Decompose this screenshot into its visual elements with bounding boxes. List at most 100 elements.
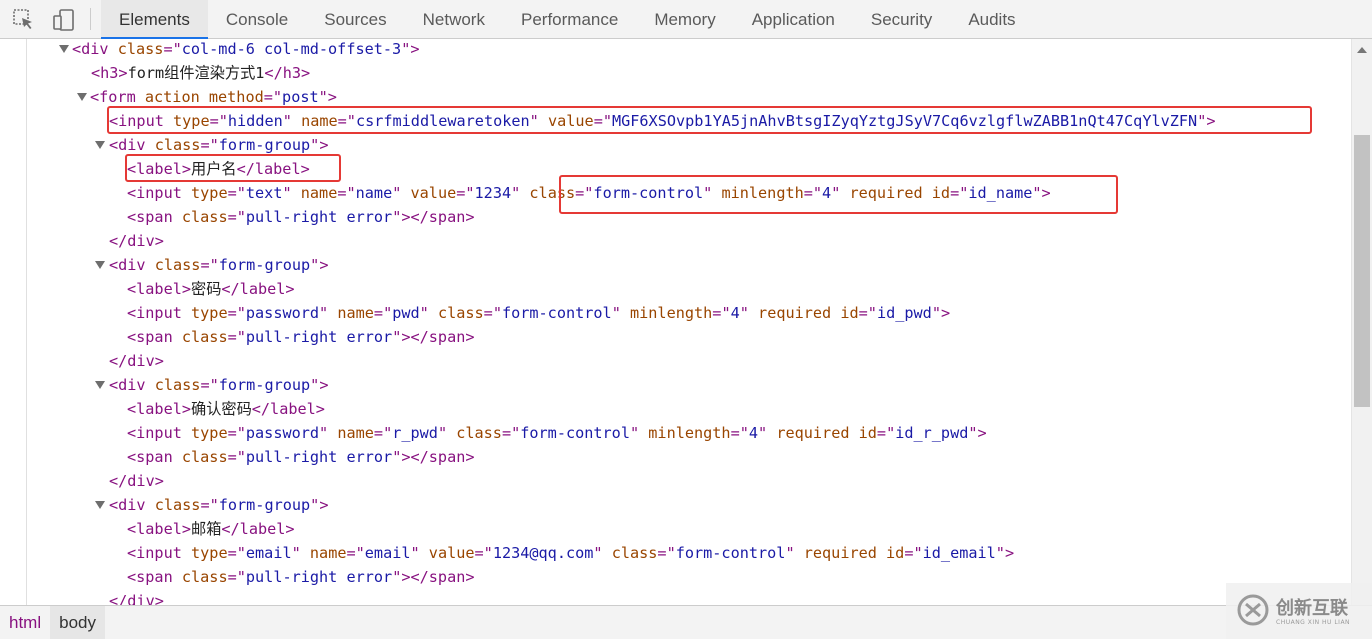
tab-audits[interactable]: Audits: [950, 0, 1033, 39]
toolbar-divider: [90, 8, 91, 30]
tab-elements[interactable]: Elements: [101, 0, 208, 39]
tab-sources[interactable]: Sources: [306, 0, 404, 39]
code-token: password: [245, 304, 320, 322]
code-token: ">: [401, 40, 420, 58]
dom-node[interactable]: </div>: [109, 589, 164, 605]
code-token: <h3>: [91, 64, 128, 82]
expand-triangle-icon[interactable]: [95, 381, 105, 389]
code-token: =": [575, 184, 594, 202]
code-token: required id: [776, 424, 877, 442]
code-token: </div>: [109, 472, 164, 490]
code-token: ": [392, 184, 411, 202]
code-token: </div>: [109, 232, 164, 250]
code-token: 1234@qq.com: [492, 544, 594, 562]
code-token: =": [593, 112, 612, 130]
code-token: class: [154, 376, 201, 394]
code-token: class: [437, 304, 484, 322]
inspect-element-icon[interactable]: [12, 8, 36, 32]
dom-node[interactable]: <div class="form-group">: [109, 493, 328, 517]
scroll-up-icon[interactable]: [1357, 47, 1367, 53]
dom-node[interactable]: <div class="form-group">: [109, 133, 328, 157]
code-token: <div: [109, 496, 155, 514]
expand-triangle-icon[interactable]: [77, 93, 87, 101]
code-token: 用户名: [191, 160, 237, 178]
code-token: =": [730, 424, 749, 442]
breadcrumb-body[interactable]: body: [50, 606, 105, 639]
expand-triangle-icon[interactable]: [95, 261, 105, 269]
code-token: </label>: [221, 520, 295, 538]
dom-node[interactable]: <span class="pull-right error"></span>: [127, 445, 475, 469]
dom-node-label-email[interactable]: <label>邮箱</label>: [127, 517, 295, 541]
dom-node[interactable]: </div>: [109, 469, 164, 493]
breadcrumb-html[interactable]: html: [0, 606, 50, 639]
code-token: <div: [109, 256, 155, 274]
dom-node-input-pwd[interactable]: <input type="password" name="pwd" class=…: [127, 301, 950, 325]
code-token: <input: [127, 304, 192, 322]
code-token: col-md-6 col-md-offset-3: [181, 40, 402, 58]
code-token: form-group: [218, 136, 311, 154]
expand-triangle-icon[interactable]: [59, 45, 69, 53]
code-token: type: [191, 304, 228, 322]
expand-triangle-icon[interactable]: [95, 501, 105, 509]
code-token: <input: [127, 424, 192, 442]
code-token: </h3>: [264, 64, 311, 82]
code-token: =": [227, 448, 246, 466]
code-token: ": [529, 112, 548, 130]
code-token: ": [703, 184, 722, 202]
dom-node[interactable]: <div class="form-group">: [109, 373, 328, 397]
tab-memory[interactable]: Memory: [636, 0, 733, 39]
code-token: <label>: [127, 520, 192, 538]
tab-application[interactable]: Application: [734, 0, 853, 39]
dom-node-div-col[interactable]: <div class="col-md-6 col-md-offset-3">: [72, 39, 419, 61]
vertical-scrollbar[interactable]: [1351, 39, 1372, 605]
dom-node-input-rpwd[interactable]: <input type="password" name="r_pwd" clas…: [127, 421, 987, 445]
code-token: "></span>: [392, 208, 475, 226]
dom-node-form[interactable]: <form action method="post">: [90, 85, 337, 109]
tab-performance[interactable]: Performance: [503, 0, 636, 39]
code-token: class: [181, 208, 228, 226]
code-token: =": [200, 256, 219, 274]
code-token: form组件渲染方式1: [127, 64, 265, 82]
device-toolbar-icon[interactable]: [51, 8, 75, 32]
dom-node-label-password[interactable]: <label>密码</label>: [127, 277, 295, 301]
code-token: =": [227, 424, 246, 442]
code-token: </label>: [251, 400, 325, 418]
dom-node[interactable]: <div class="form-group">: [109, 253, 328, 277]
tab-console[interactable]: Console: [208, 0, 306, 39]
expand-triangle-icon[interactable]: [95, 141, 105, 149]
dom-node-label-confirm[interactable]: <label>确认密码</label>: [127, 397, 325, 421]
tab-security[interactable]: Security: [853, 0, 950, 39]
code-token: =": [657, 544, 676, 562]
tab-network[interactable]: Network: [405, 0, 503, 39]
code-token: pull-right error: [245, 448, 393, 466]
dom-tree-guide: [26, 39, 27, 605]
dom-tree[interactable]: <div class="col-md-6 col-md-offset-3"> <h…: [0, 39, 1351, 605]
code-token: =": [373, 424, 393, 442]
code-token: =": [200, 496, 219, 514]
dom-node-input-name[interactable]: <input type="text" name="name" value="12…: [127, 181, 1051, 205]
code-token: =": [904, 544, 923, 562]
code-token: minlength: [648, 424, 731, 442]
dom-node[interactable]: <span class="pull-right error"></span>: [127, 205, 475, 229]
code-token: MGF6XSOvpb1YA5jnAhvBtsgIZyqYztgJSyV7Cq6v…: [611, 112, 1198, 130]
dom-node[interactable]: <span class="pull-right error"></span>: [127, 325, 475, 349]
code-token: r_pwd: [392, 424, 438, 442]
dom-node-h3[interactable]: <h3>form组件渲染方式1</h3>: [91, 61, 310, 85]
code-token: <label>: [127, 400, 192, 418]
dom-node[interactable]: </div>: [109, 349, 164, 373]
code-token: ": [410, 544, 429, 562]
dom-node-input-email[interactable]: <input type="email" name="email" value="…: [127, 541, 1014, 565]
code-token: 邮箱: [191, 520, 222, 538]
code-token: ": [419, 304, 438, 322]
code-token: class: [154, 256, 201, 274]
dom-node[interactable]: <span class="pull-right error"></span>: [127, 565, 475, 589]
dom-node[interactable]: </div>: [109, 229, 164, 253]
watermark: 创新互联 CHUANG XIN HU LIAN: [1226, 583, 1372, 639]
scrollbar-thumb[interactable]: [1354, 135, 1370, 407]
code-token: <div: [109, 136, 155, 154]
code-token: ": [593, 544, 612, 562]
code-token: class: [181, 328, 228, 346]
dom-node-label-username[interactable]: <label>用户名</label>: [127, 157, 310, 181]
code-token: </label>: [236, 160, 310, 178]
dom-node-csrf-input[interactable]: <input type="hidden" name="csrfmiddlewar…: [109, 109, 1215, 133]
